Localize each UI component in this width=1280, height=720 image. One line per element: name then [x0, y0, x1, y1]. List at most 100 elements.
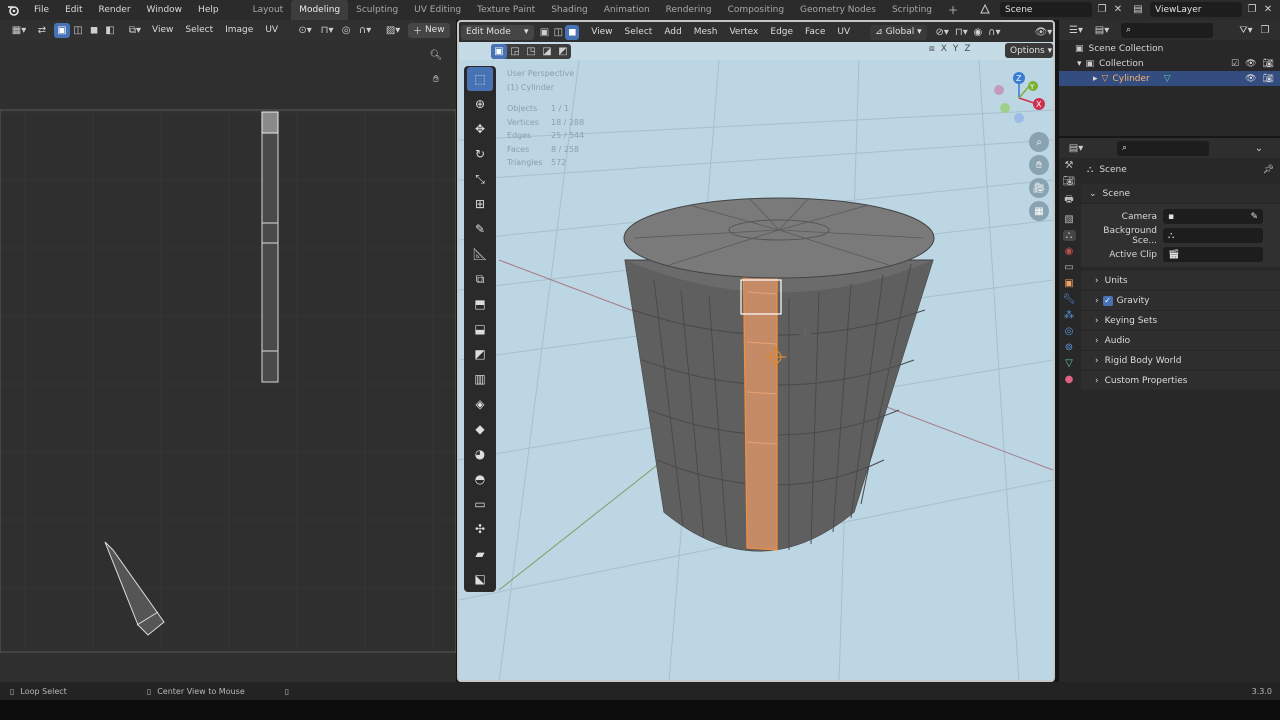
pivot-icon[interactable]: ⊙▾: [294, 23, 316, 38]
proportional-icon[interactable]: ◉: [971, 25, 985, 40]
outliner-row-collection[interactable]: ▾ ▣ Collection ☑ 👁︎ 📷︎: [1059, 56, 1280, 71]
shrink-fatten-tool[interactable]: ✣: [467, 517, 493, 541]
scene-panel-header[interactable]: ⌄ Scene: [1081, 184, 1280, 204]
falloff-icon[interactable]: ∩▾: [354, 23, 376, 38]
scale-tool[interactable]: ⤡: [467, 167, 493, 191]
eye-icon[interactable]: 👁︎: [1245, 59, 1256, 69]
tab-scripting[interactable]: Scripting: [884, 0, 940, 20]
vp-menu-mesh[interactable]: Mesh: [688, 27, 724, 37]
vp-menu-view[interactable]: View: [585, 27, 618, 37]
new-view-layer-icon[interactable]: ❐: [1244, 2, 1260, 17]
select-new-icon[interactable]: ▣: [491, 44, 507, 59]
pivot-point-icon[interactable]: ⊘▾: [933, 25, 952, 40]
tab-modeling[interactable]: Modeling: [291, 0, 349, 20]
add-cube-tool[interactable]: ⧉: [467, 267, 493, 291]
scene-tab-icon[interactable]: ⛬: [1062, 230, 1076, 241]
select-extend-icon[interactable]: ◲: [507, 44, 523, 59]
collection-tab-icon[interactable]: ▭: [1064, 262, 1073, 273]
new-scene-icon[interactable]: ❐: [1094, 2, 1110, 17]
extrude-tool[interactable]: ⬒: [467, 292, 493, 316]
tab-shading[interactable]: Shading: [543, 0, 596, 20]
keying-sets-panel-header[interactable]: › Keying Sets: [1081, 311, 1280, 331]
select-box-tool[interactable]: ⬚: [467, 67, 493, 91]
menu-edit[interactable]: Edit: [57, 0, 90, 20]
tab-sculpting[interactable]: Sculpting: [348, 0, 406, 20]
active-clip-field[interactable]: 🎬︎: [1163, 247, 1263, 262]
select-subtract-icon[interactable]: ◳: [523, 44, 539, 59]
zoom-icon[interactable]: 🔍︎: [428, 48, 444, 63]
image-browse-icon[interactable]: ▨▾: [382, 23, 404, 38]
face-mode-icon[interactable]: ◼: [565, 24, 580, 40]
outliner-search-input[interactable]: ⌕: [1121, 22, 1213, 38]
tab-uv-editing[interactable]: UV Editing: [406, 0, 469, 20]
rip-tool[interactable]: ⬕: [467, 567, 493, 591]
vp-menu-add[interactable]: Add: [658, 27, 687, 37]
snapping-icon[interactable]: ⊓▾: [952, 25, 971, 40]
view-layer-field[interactable]: ViewLayer: [1150, 2, 1242, 17]
new-image-button[interactable]: ＋ New: [408, 22, 450, 38]
cursor-tool[interactable]: ⊕: [467, 92, 493, 116]
tab-animation[interactable]: Animation: [596, 0, 658, 20]
bevel-tool[interactable]: ◩: [467, 342, 493, 366]
uv-menu-view[interactable]: View: [146, 25, 179, 35]
transform-tool[interactable]: ⊞: [467, 192, 493, 216]
modifier-tab-icon[interactable]: 🔧︎: [1063, 294, 1076, 305]
output-tab-icon[interactable]: 🖶︎: [1064, 192, 1073, 209]
custom-properties-panel-header[interactable]: › Custom Properties: [1081, 371, 1280, 391]
gravity-checkbox[interactable]: ✓: [1102, 295, 1113, 306]
pan-view-icon[interactable]: ✋︎: [1029, 155, 1049, 175]
tab-layout[interactable]: Layout: [245, 0, 292, 20]
tab-geometry-nodes[interactable]: Geometry Nodes: [792, 0, 884, 20]
vertex-select-icon[interactable]: ▣: [54, 22, 70, 38]
delete-view-layer-icon[interactable]: ✕: [1260, 2, 1276, 17]
eye-icon[interactable]: 👁︎: [1245, 74, 1256, 84]
world-tab-icon[interactable]: ◉: [1065, 246, 1074, 257]
tab-texture-paint[interactable]: Texture Paint: [469, 0, 543, 20]
select-invert-icon[interactable]: ◪: [539, 44, 555, 59]
outliner-editor-type-icon[interactable]: ☰▾: [1065, 23, 1087, 38]
visibility-icon[interactable]: 👁︎▾: [1034, 25, 1053, 40]
view-layer-tab-icon[interactable]: ▧: [1064, 214, 1073, 225]
zoom-view-icon[interactable]: ⌕: [1029, 132, 1049, 152]
proportional-edit-icon[interactable]: ◎: [338, 23, 354, 38]
uv-menu-image[interactable]: Image: [219, 25, 259, 35]
properties-search-input[interactable]: ⌕: [1117, 140, 1209, 156]
new-collection-icon[interactable]: ❐: [1257, 23, 1273, 38]
shear-tool[interactable]: ▰: [467, 542, 493, 566]
menu-render[interactable]: Render: [91, 0, 139, 20]
background-scene-field[interactable]: ⛬: [1163, 228, 1263, 243]
chevron-down-icon[interactable]: ⌄: [1251, 141, 1267, 156]
knife-tool[interactable]: ◈: [467, 392, 493, 416]
menu-help[interactable]: Help: [190, 0, 227, 20]
uv-sync-icon[interactable]: ⇄: [34, 23, 50, 38]
expand-arrow-icon[interactable]: ▸: [1093, 74, 1098, 84]
blender-logo-icon[interactable]: [0, 4, 26, 16]
data-tab-icon[interactable]: ▽: [1065, 358, 1073, 369]
properties-editor-type-icon[interactable]: ▤▾: [1065, 141, 1087, 156]
editor-type-icon[interactable]: ▦▾: [8, 23, 30, 38]
add-workspace-button[interactable]: +: [940, 0, 966, 20]
view-layer-icon[interactable]: ▤: [1130, 2, 1146, 17]
checkbox-icon[interactable]: ☑: [1231, 59, 1239, 69]
uv-menu-uv[interactable]: UV: [259, 25, 284, 35]
menu-window[interactable]: Window: [139, 0, 191, 20]
menu-file[interactable]: File: [26, 0, 57, 20]
options-dropdown[interactable]: Options ▾: [1005, 43, 1053, 58]
mirror-z[interactable]: Z: [964, 44, 970, 54]
edge-mode-icon[interactable]: ◫: [551, 25, 565, 40]
smooth-tool[interactable]: ◓: [467, 467, 493, 491]
uv-canvas[interactable]: [0, 40, 456, 682]
vertex-mode-icon[interactable]: ▣: [538, 25, 552, 40]
delete-scene-icon[interactable]: ✕: [1110, 2, 1126, 17]
particles-tab-icon[interactable]: ⁂: [1064, 310, 1074, 321]
camera-icon[interactable]: 📷︎: [1263, 74, 1274, 84]
camera-view-icon[interactable]: 🎥︎: [1029, 178, 1049, 198]
snap-icon[interactable]: ⊓▾: [316, 23, 338, 38]
loop-cut-tool[interactable]: ▥: [467, 367, 493, 391]
material-tab-icon[interactable]: ●: [1065, 374, 1074, 385]
outliner-row-cylinder[interactable]: ▸ ▽ Cylinder ▽ 👁︎ 📷︎: [1059, 71, 1280, 86]
navigation-gizmo[interactable]: Z X Y: [991, 70, 1051, 130]
tab-rendering[interactable]: Rendering: [658, 0, 720, 20]
edge-select-icon[interactable]: ◫: [70, 23, 86, 38]
pan-hand-icon[interactable]: ✋︎: [428, 72, 444, 87]
